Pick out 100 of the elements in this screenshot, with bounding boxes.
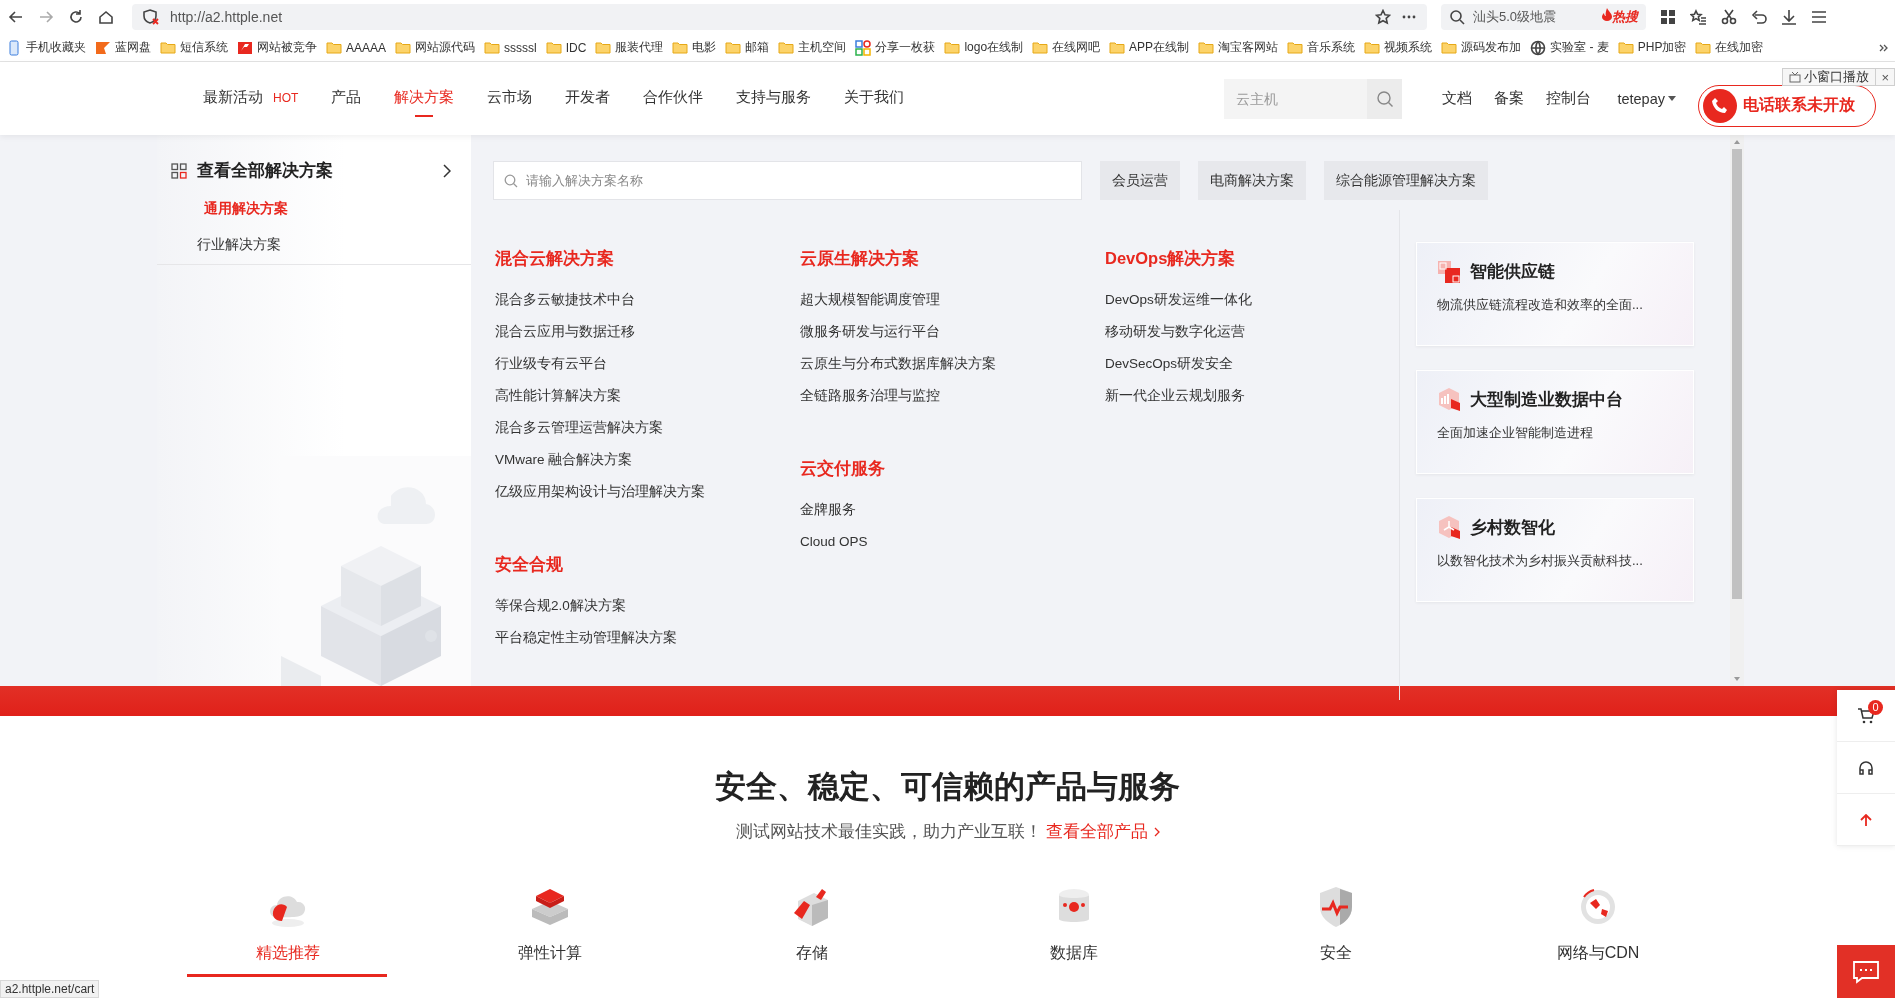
phone-button[interactable]: 电话联系未开放 bbox=[1698, 84, 1876, 127]
star-icon[interactable] bbox=[1375, 9, 1391, 25]
bookmark[interactable]: APP在线制 bbox=[1109, 39, 1190, 56]
nav-item[interactable]: 支持与服务 bbox=[736, 80, 812, 117]
solution-link[interactable]: 微服务研发与运行平台 bbox=[800, 316, 1103, 348]
solution-link[interactable]: 超大规模智能调度管理 bbox=[800, 284, 1103, 316]
all-products-link[interactable]: 查看全部产品 bbox=[1045, 820, 1160, 843]
download-icon[interactable] bbox=[1781, 9, 1797, 25]
solution-link[interactable]: 混合多云敏捷技术中台 bbox=[495, 284, 798, 316]
solution-link[interactable]: 亿级应用架构设计与治理解决方案 bbox=[495, 476, 798, 508]
search-field[interactable]: 云主机 bbox=[1224, 89, 1368, 108]
scissors-icon[interactable] bbox=[1721, 9, 1737, 25]
bookmark[interactable]: 在线加密 bbox=[1695, 39, 1764, 56]
cart-icon bbox=[1857, 707, 1875, 724]
solution-link[interactable]: 云原生与分布式数据库解决方案 bbox=[800, 348, 1103, 380]
flag-icon bbox=[95, 39, 111, 56]
nav-item[interactable]: 最新活动 HOT bbox=[203, 80, 299, 117]
solution-link[interactable]: Cloud OPS bbox=[800, 526, 1103, 558]
bookmark[interactable]: IDC bbox=[545, 39, 587, 56]
bookmark[interactable]: 音乐系统 bbox=[1287, 39, 1356, 56]
search-box[interactable]: 请输入解决方案名称 bbox=[493, 161, 1082, 200]
tag-button[interactable]: 综合能源管理解决方案 bbox=[1324, 161, 1488, 200]
bookmark[interactable]: 视频系统 bbox=[1364, 39, 1433, 56]
bookmark[interactable]: PHP加密 bbox=[1617, 39, 1687, 56]
product-tab[interactable]: 存储 bbox=[681, 883, 943, 974]
mini-player-button[interactable]: 小窗口播放 bbox=[1783, 69, 1877, 85]
bookmark[interactable]: AAAAA bbox=[326, 39, 387, 56]
star-list-icon[interactable] bbox=[1690, 9, 1707, 25]
grid-icon[interactable] bbox=[1660, 9, 1676, 25]
solution-link[interactable]: 混合云应用与数据迁移 bbox=[495, 316, 798, 348]
nav-item[interactable]: 关于我们 bbox=[844, 80, 905, 117]
solution-link[interactable]: 平台稳定性主动管理解决方案 bbox=[495, 622, 798, 654]
reload-icon[interactable] bbox=[68, 9, 84, 25]
product-tab[interactable]: 网络与CDN bbox=[1467, 883, 1729, 974]
bookmark[interactable]: 在线网吧 bbox=[1032, 39, 1101, 56]
solution-link[interactable]: 全链路服务治理与监控 bbox=[800, 380, 1103, 412]
group-title: 安全合规 bbox=[495, 554, 564, 575]
bookmark[interactable]: 邮箱 bbox=[725, 39, 770, 56]
bookmark[interactable]: logo在线制 bbox=[944, 39, 1024, 56]
all-solutions-link[interactable]: 查看全部解决方案 bbox=[197, 159, 433, 182]
bookmark[interactable]: 服装代理 bbox=[595, 39, 664, 56]
search-button[interactable] bbox=[1367, 78, 1403, 119]
menu-icon[interactable] bbox=[1811, 9, 1827, 25]
account-menu[interactable]: tetepay bbox=[1617, 90, 1676, 107]
solution-card[interactable]: 智能供应链 物流供应链流程改造和效率的全面... bbox=[1416, 242, 1694, 346]
nav-item[interactable]: 云市场 bbox=[487, 80, 533, 117]
chevron-right-icon[interactable] bbox=[1879, 42, 1889, 53]
search-field[interactable]: 请输入解决方案名称 bbox=[524, 172, 1071, 189]
nav-item[interactable]: 解决方案 bbox=[394, 80, 455, 117]
chat-button[interactable] bbox=[1837, 945, 1895, 998]
bookmark[interactable]: 网站被竞争 bbox=[237, 39, 317, 56]
solution-link[interactable]: 金牌服务 bbox=[800, 494, 1103, 526]
product-tab[interactable]: 安全 bbox=[1205, 883, 1467, 974]
search-field[interactable]: 汕头5.0级地震 热搜 bbox=[1441, 4, 1646, 30]
solution-card[interactable]: 乡村数智化 以数智化技术为乡村振兴贡献科技... bbox=[1416, 498, 1694, 602]
header-link[interactable]: 备案 bbox=[1494, 89, 1525, 108]
bookmark[interactable]: 蓝网盘 bbox=[95, 39, 151, 56]
header-link[interactable]: 控制台 bbox=[1546, 89, 1592, 108]
search-box[interactable]: 云主机 bbox=[1224, 78, 1403, 119]
folder-icon bbox=[672, 39, 689, 56]
bookmark[interactable]: 淘宝客网站 bbox=[1198, 39, 1279, 56]
bookmark[interactable]: 电影 bbox=[672, 39, 717, 56]
bookmark[interactable]: sssssl bbox=[484, 39, 537, 56]
solution-link[interactable]: 混合多云管理运营解决方案 bbox=[495, 412, 798, 444]
nav-item[interactable]: 开发者 bbox=[565, 80, 611, 117]
nav-item[interactable]: 产品 bbox=[331, 80, 362, 117]
solution-link[interactable]: DevOps研发运维一体化 bbox=[1105, 284, 1408, 316]
header-link[interactable]: 文档 bbox=[1442, 89, 1473, 108]
tag-button[interactable]: 会员运营 bbox=[1100, 161, 1180, 200]
solution-card[interactable]: 大型制造业数据中台 全面加速企业智能制造进程 bbox=[1416, 370, 1694, 474]
bookmark[interactable]: 手机收藏夹 bbox=[6, 39, 86, 56]
bookmark[interactable]: 源码发布加 bbox=[1441, 39, 1522, 56]
bookmark[interactable]: 分享一枚获 bbox=[855, 39, 936, 56]
product-tab[interactable]: 弹性计算 bbox=[419, 883, 681, 974]
home-icon[interactable] bbox=[98, 9, 114, 25]
product-tab[interactable]: 精选推荐 bbox=[157, 883, 419, 974]
bookmark[interactable]: 网站源代码 bbox=[395, 39, 476, 56]
solution-link[interactable]: 等保合规2.0解决方案 bbox=[495, 590, 798, 622]
address-bar[interactable]: http://a2.httple.net bbox=[132, 4, 1427, 30]
tag-button[interactable]: 电商解决方案 bbox=[1198, 161, 1306, 200]
solution-link[interactable]: VMware 融合解决方案 bbox=[495, 444, 798, 476]
solution-link[interactable]: 行业级专有云平台 bbox=[495, 348, 798, 380]
category-item[interactable]: 通用解决方案 bbox=[157, 200, 471, 218]
category-item[interactable]: 行业解决方案 bbox=[157, 236, 471, 254]
solution-link[interactable]: 移动研发与数字化运营 bbox=[1105, 316, 1408, 348]
product-tab[interactable]: 数据库 bbox=[943, 883, 1205, 974]
caret-down-icon bbox=[1668, 96, 1676, 101]
undo-icon[interactable] bbox=[1751, 9, 1767, 25]
solution-link[interactable]: 高性能计算解决方案 bbox=[495, 380, 798, 412]
bookmark[interactable]: 实验室 - 麦 bbox=[1530, 39, 1609, 56]
back-icon[interactable] bbox=[8, 9, 24, 25]
chevron-right-icon[interactable] bbox=[443, 163, 451, 178]
bookmark[interactable]: 短信系统 bbox=[160, 39, 228, 56]
cart-button[interactable]: 0 bbox=[1837, 690, 1895, 742]
solution-link[interactable]: 新一代企业云规划服务 bbox=[1105, 380, 1408, 412]
folder-icon bbox=[1364, 39, 1381, 56]
bookmark[interactable]: 主机空间 bbox=[778, 39, 847, 56]
close-button[interactable]: × bbox=[1876, 69, 1894, 85]
solution-link[interactable]: DevSecOps研发安全 bbox=[1105, 348, 1408, 380]
nav-item[interactable]: 合作伙伴 bbox=[643, 80, 704, 117]
